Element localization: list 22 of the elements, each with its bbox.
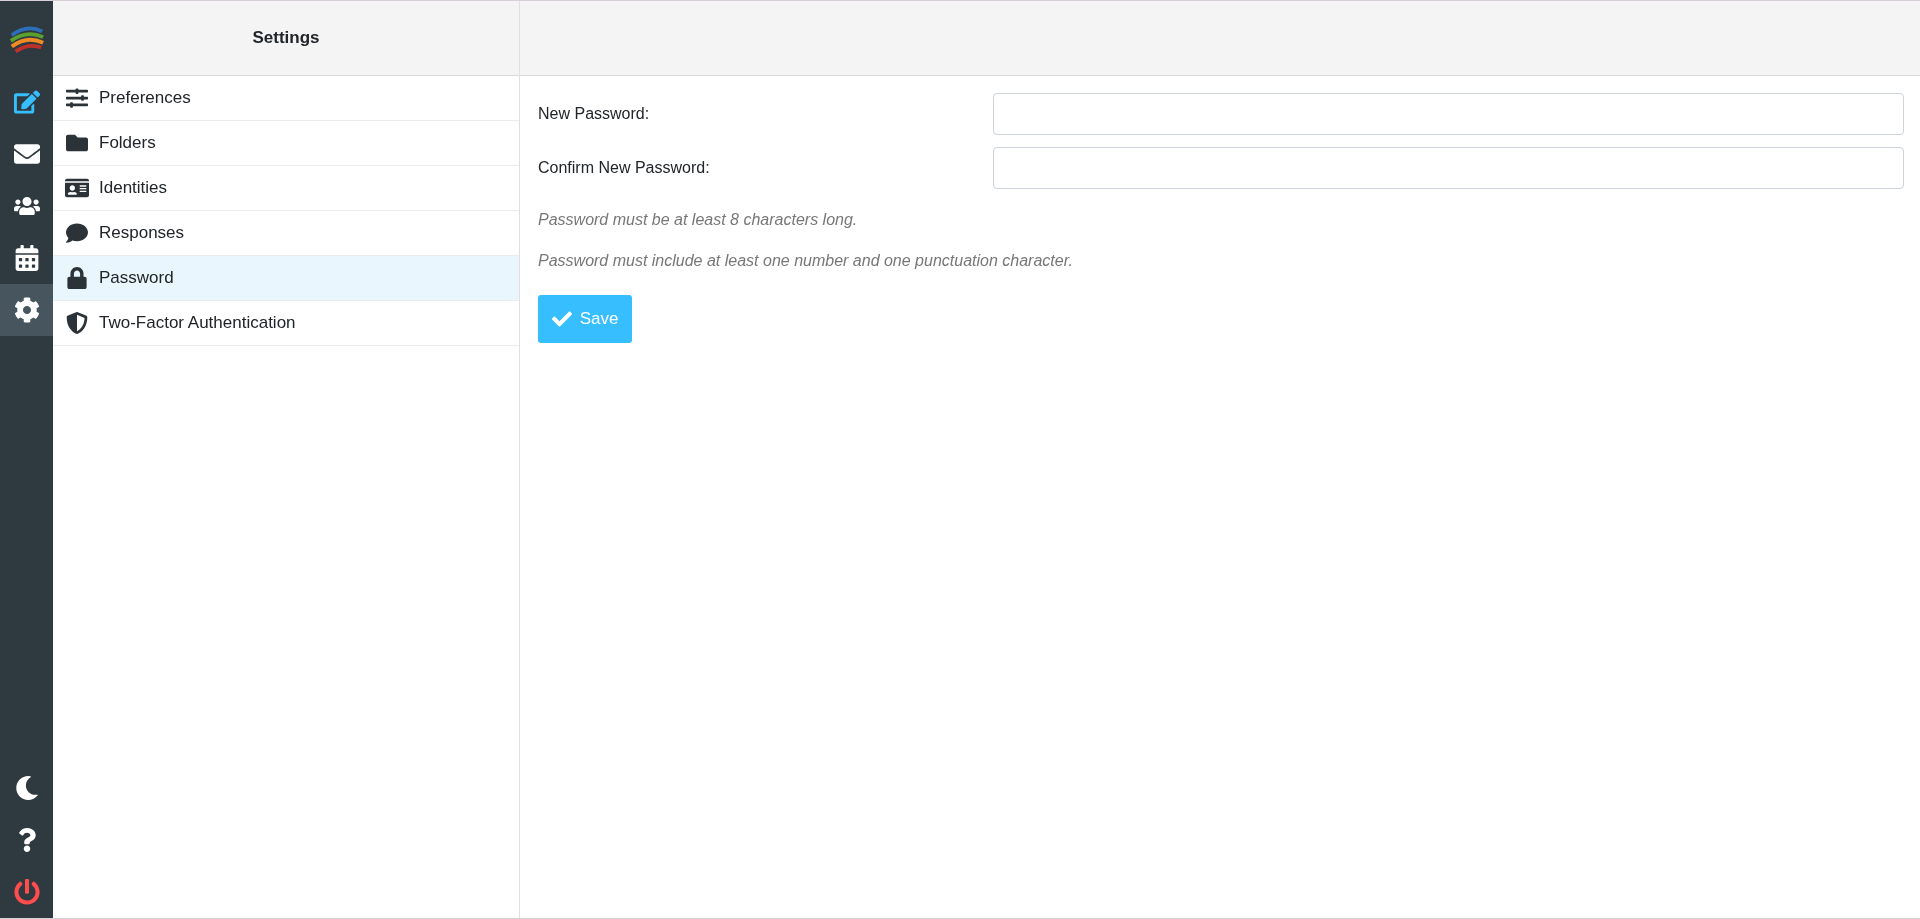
power-icon [13,879,40,905]
settings-list-item[interactable]: Password [53,256,519,301]
id-card-icon [65,177,89,199]
checkmark-icon [551,309,572,329]
sliders-icon [65,87,89,109]
lock-icon [65,267,89,289]
panel-title: Settings [252,27,320,50]
folder-icon [65,132,89,154]
moon-icon [14,776,39,800]
settings-nav-button[interactable] [0,284,53,336]
password-field[interactable] [993,93,1904,135]
compose-icon [13,89,40,115]
hint-text: Password must include at least one number and one punctuation character. [538,251,1074,271]
shield-icon [65,312,89,334]
mail-icon [13,141,40,167]
password-field[interactable] [993,147,1904,189]
settings-icon [13,297,40,323]
field-label: Confirm New Password: [538,158,711,178]
calendar-icon [13,245,40,271]
field-label: New Password: [538,104,651,124]
hint-text: Password must be at least 8 characters long. [538,210,859,230]
speech-bubble-icon [65,222,89,244]
